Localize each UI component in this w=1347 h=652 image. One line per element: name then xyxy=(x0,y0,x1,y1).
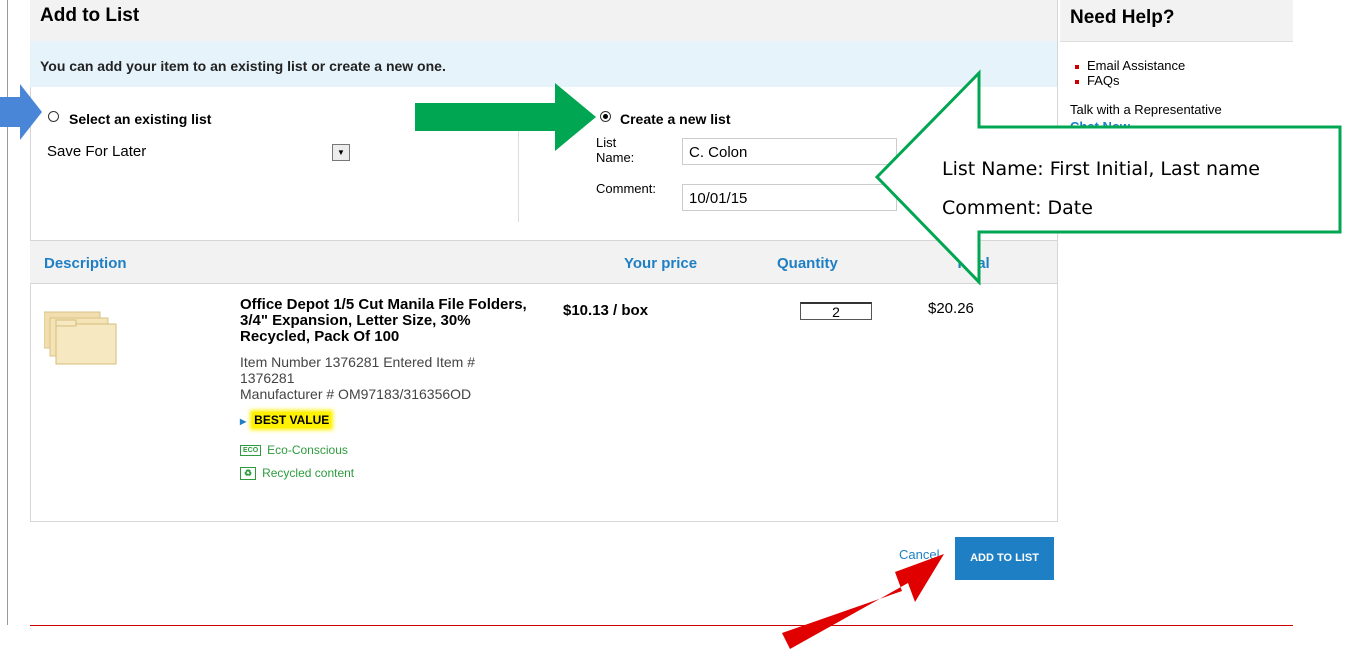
annotation-overlay xyxy=(0,69,1342,649)
green-arrow-icon xyxy=(415,83,596,151)
annotation-line-1: List Name: First Initial, Last name xyxy=(942,158,1260,180)
blue-arrow-icon xyxy=(0,84,42,140)
red-arrow-icon xyxy=(782,554,944,649)
annotation-line-2: Comment: Date xyxy=(942,197,1093,219)
